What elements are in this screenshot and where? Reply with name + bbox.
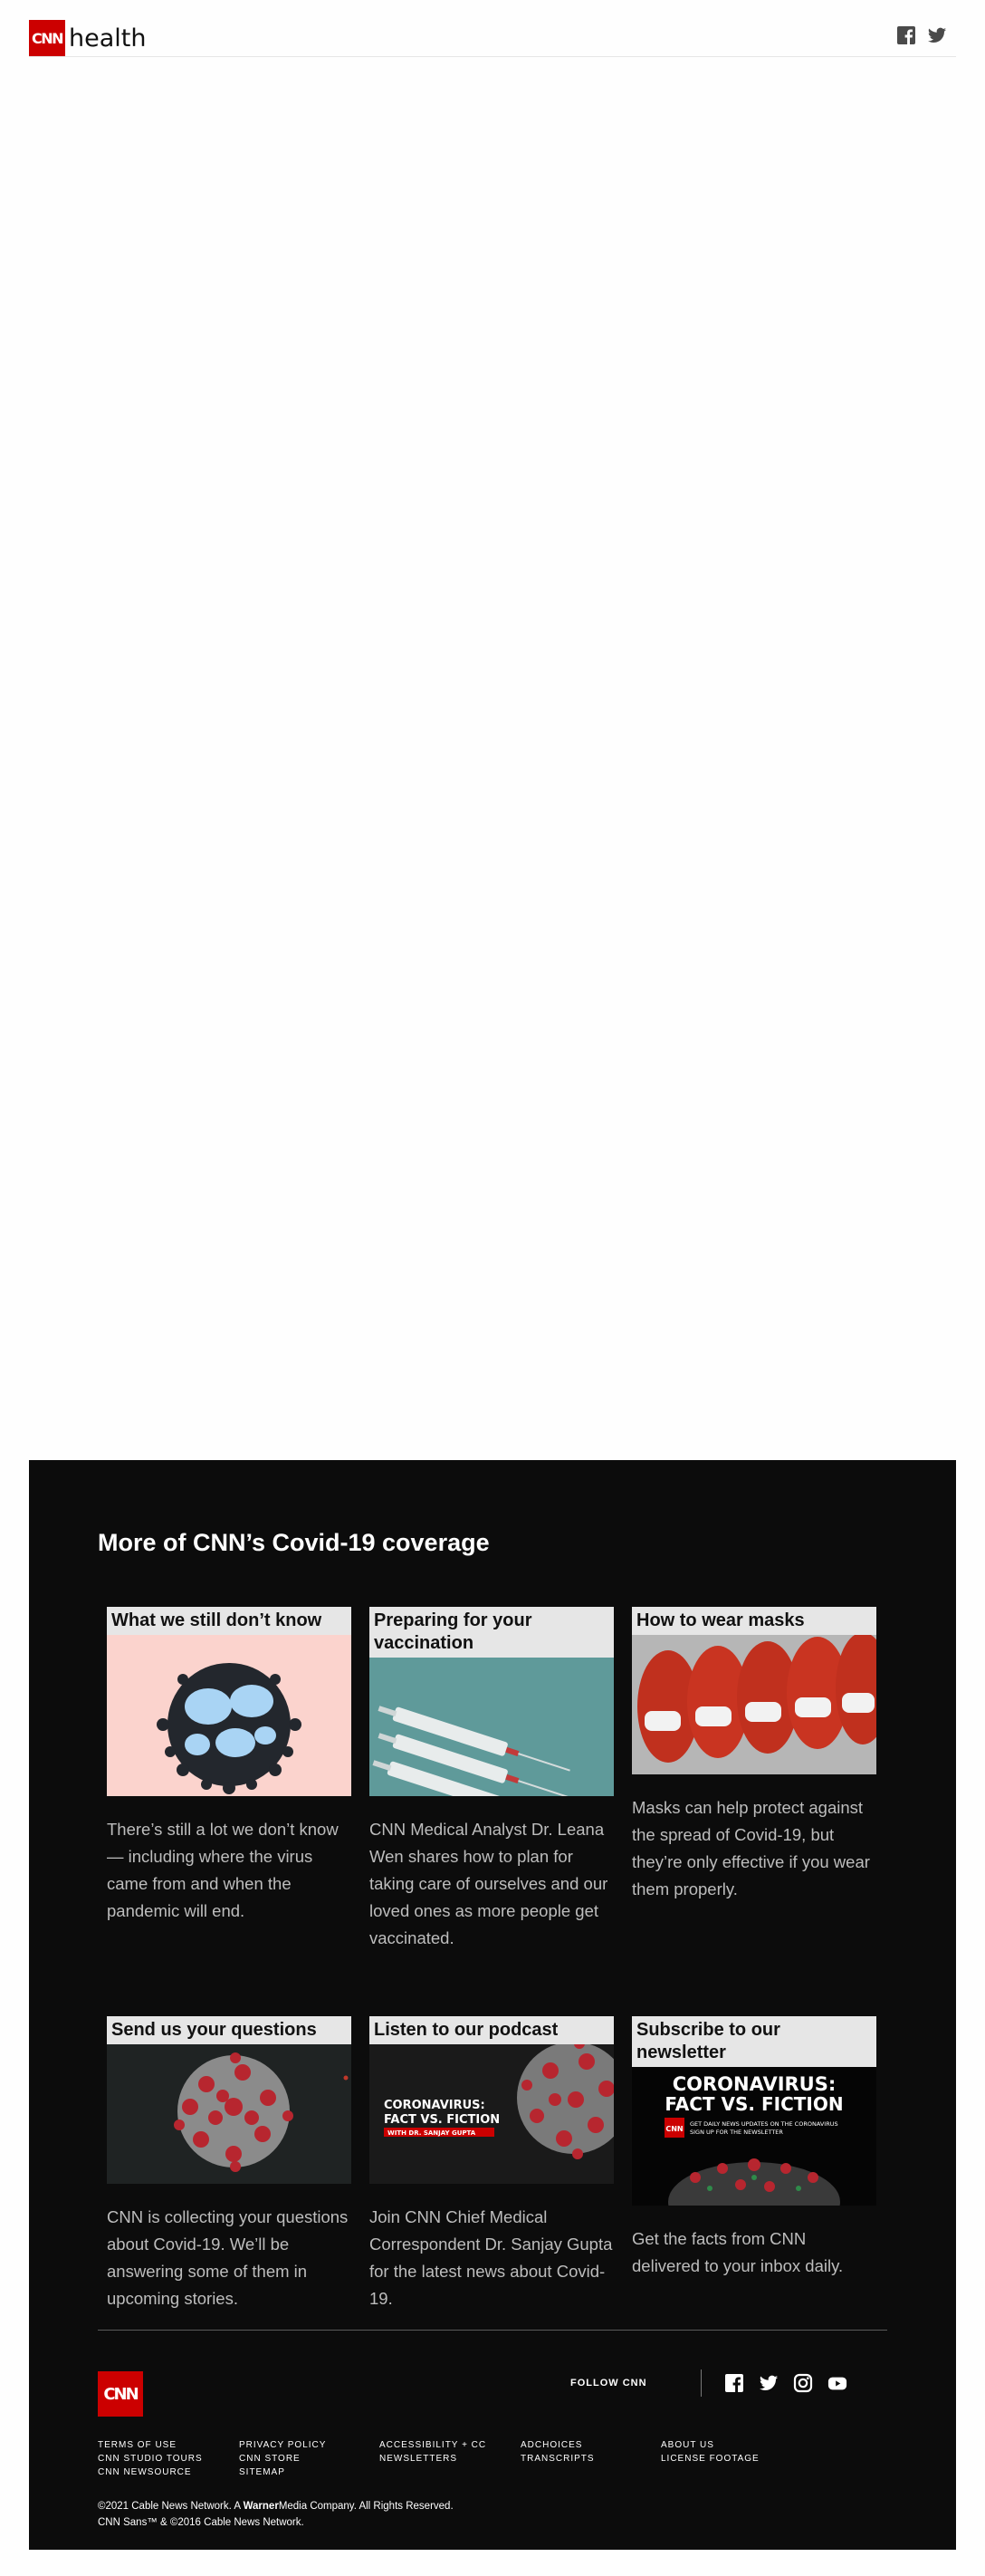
copyright: ©2021 Cable News Network. A WarnerMedia …	[98, 2498, 454, 2531]
card-description: Get the facts from CNN delivered to your…	[632, 2229, 844, 2275]
card-preparing-vaccination[interactable]: Preparing for your vaccination CNN Medic…	[369, 1607, 614, 1952]
card-image[interactable]: How to wear masks	[632, 1607, 876, 1774]
card-description: CNN Medical Analyst Dr. Leana Wen shares…	[369, 1820, 608, 1947]
card-image[interactable]: Preparing for your vaccination	[369, 1607, 614, 1796]
card-title[interactable]: Subscribe to our newsletter	[632, 2016, 876, 2067]
newsletter-art-logo: CNN	[665, 2125, 683, 2133]
footer-link-column: TERMS OF USE CNN STUDIO TOURS CNN NEWSOU…	[98, 2438, 203, 2479]
podcast-art-subtitle: WITH DR. SANJAY GUPTA	[387, 2129, 476, 2137]
footer-cnn-logo[interactable]: CNN	[98, 2371, 143, 2417]
card-description: CNN is collecting your questions about C…	[107, 2207, 349, 2308]
footer-link-transcripts[interactable]: TRANSCRIPTS	[521, 2452, 595, 2465]
footer-link-studio-tours[interactable]: CNN STUDIO TOURS	[98, 2452, 203, 2465]
card-title[interactable]: Listen to our podcast	[369, 2016, 614, 2044]
footer-link-column: ACCESSIBILITY + CC NEWSLETTERS	[379, 2438, 486, 2465]
card-image[interactable]: Subscribe to our newsletter CORONAVIRUS:…	[632, 2016, 876, 2206]
instagram-icon[interactable]	[793, 2373, 813, 2393]
footer-link-sitemap[interactable]: SITEMAP	[239, 2465, 326, 2479]
footer-link-adchoices[interactable]: ADCHOICES	[521, 2438, 595, 2452]
card-title[interactable]: How to wear masks	[632, 1607, 876, 1635]
virus-illustration	[107, 1607, 351, 1796]
facebook-icon[interactable]	[724, 2373, 744, 2393]
card-what-we-dont-know[interactable]: What we still don’t know There’s still a…	[107, 1607, 351, 1925]
footer-divider	[98, 2330, 887, 2331]
card-send-questions[interactable]: Send us your questions CNN is collecting…	[107, 2016, 351, 2312]
card-newsletter[interactable]: Subscribe to our newsletter CORONAVIRUS:…	[632, 2016, 876, 2280]
card-description: Join CNN Chief Medical Correspondent Dr.…	[369, 2207, 613, 2308]
twitter-icon[interactable]	[927, 25, 947, 45]
coverage-section: More of CNN’s Covid-19 coverage What we …	[29, 1460, 956, 2550]
newsletter-art-title-2: FACT VS. FICTION	[665, 2093, 843, 2115]
card-description: Masks can help protect against the sprea…	[632, 1798, 870, 1898]
footer-link-newsource[interactable]: CNN NEWSOURCE	[98, 2465, 203, 2479]
footer-link-license-footage[interactable]: LICENSE FOOTAGE	[661, 2452, 760, 2465]
facebook-icon[interactable]	[896, 25, 916, 45]
section-title: More of CNN’s Covid-19 coverage	[98, 1529, 490, 1556]
youtube-icon[interactable]	[827, 2373, 847, 2393]
section-name[interactable]: health	[69, 24, 146, 53]
newsletter-art-title-1: CORONAVIRUS:	[673, 2073, 837, 2095]
site-header: CNN health	[29, 20, 956, 57]
footer-link-accessibility[interactable]: ACCESSIBILITY + CC	[379, 2438, 486, 2452]
card-image[interactable]: Listen to our podcast CORONAVIRUS: FACT …	[369, 2016, 614, 2184]
footer-link-column: ADCHOICES TRANSCRIPTS	[521, 2438, 595, 2465]
footer-link-privacy[interactable]: PRIVACY POLICY	[239, 2438, 326, 2452]
card-title[interactable]: What we still don’t know	[107, 1607, 351, 1635]
podcast-art-title-1: CORONAVIRUS:	[384, 2099, 485, 2112]
podcast-art-title-2: FACT VS. FICTION	[384, 2113, 500, 2127]
newsletter-art-sub-1: GET DAILY NEWS UPDATES ON THE CORONAVIRU…	[690, 2120, 838, 2128]
card-image[interactable]: What we still don’t know	[107, 1607, 351, 1796]
follow-label: FOLLOW CNN	[570, 2378, 647, 2389]
twitter-icon[interactable]	[759, 2373, 779, 2393]
footer-link-store[interactable]: CNN STORE	[239, 2452, 326, 2465]
brand-link[interactable]: CNN health	[29, 20, 146, 56]
card-title[interactable]: Send us your questions	[107, 2016, 351, 2044]
footer-link-about[interactable]: ABOUT US	[661, 2438, 760, 2452]
copyright-line-2: CNN Sans™ & ©2016 Cable News Network.	[98, 2517, 304, 2528]
footer-link-terms[interactable]: TERMS OF USE	[98, 2438, 203, 2452]
card-description: There’s still a lot we don’t know — incl…	[107, 1820, 339, 1920]
newsletter-art-sub-2: SIGN UP FOR THE NEWSLETTER	[690, 2129, 783, 2136]
card-how-to-wear-masks[interactable]: How to wear masks Masks can help protect…	[632, 1607, 876, 1903]
cnn-logo[interactable]: CNN	[29, 20, 65, 56]
footer-link-column: PRIVACY POLICY CNN STORE SITEMAP	[239, 2438, 326, 2479]
header-social	[896, 25, 947, 45]
follow-separator	[701, 2369, 702, 2397]
card-image[interactable]: Send us your questions	[107, 2016, 351, 2184]
card-title[interactable]: Preparing for your vaccination	[369, 1607, 614, 1658]
footer-link-newsletters[interactable]: NEWSLETTERS	[379, 2452, 486, 2465]
footer-social	[724, 2373, 847, 2393]
footer-link-column: ABOUT US LICENSE FOOTAGE	[661, 2438, 760, 2465]
card-podcast[interactable]: Listen to our podcast CORONAVIRUS: FACT …	[369, 2016, 614, 2312]
copyright-line-1: ©2021 Cable News Network. A WarnerMedia …	[98, 2501, 454, 2512]
